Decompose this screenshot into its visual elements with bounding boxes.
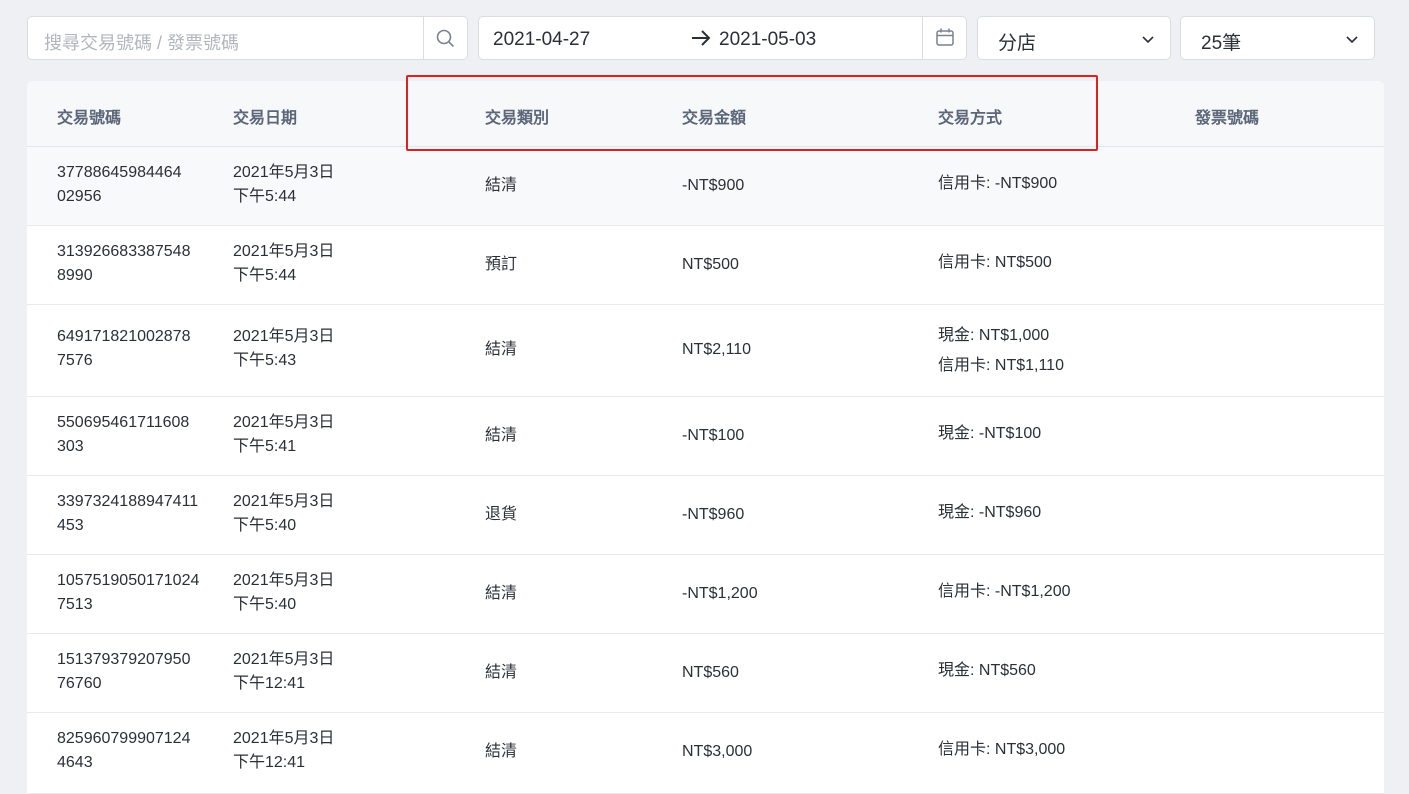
header-payment-method[interactable]: 交易方式	[938, 104, 1002, 128]
page-size-select[interactable]: 25筆	[1180, 16, 1375, 60]
arrow-right-icon	[692, 30, 711, 46]
transaction-date: 2021年5月3日 下午5:44	[233, 243, 335, 284]
search-button[interactable]	[423, 17, 467, 59]
transaction-date: 2021年5月3日 下午5:41	[233, 414, 335, 455]
calendar-icon	[936, 28, 954, 46]
header-transaction-amount[interactable]: 交易金額	[682, 104, 746, 128]
transaction-amount: NT$560	[682, 664, 739, 681]
date-start-field[interactable]: 2021-04-27	[493, 29, 590, 51]
table-row[interactable]: 550695461711608 303 2021年5月3日 下午5:41 結清 -N…	[27, 397, 1384, 476]
transaction-type: 結清	[485, 664, 518, 681]
transaction-id: 550695461711608 303	[57, 414, 190, 455]
transaction-amount: NT$2,110	[682, 341, 752, 358]
table-header: 交易號碼 交易日期 交易類別 交易金額 交易方式 發票號碼	[27, 81, 1384, 147]
transaction-amount: -NT$100	[682, 427, 745, 444]
payment-method: 現金: NT$560	[938, 662, 1036, 679]
transaction-date: 2021年5月3日 下午5:40	[233, 572, 335, 613]
transaction-type: 結清	[485, 743, 518, 760]
date-range-picker[interactable]: 2021-04-27 2021-05-03	[478, 16, 967, 60]
transaction-amount: NT$3,000	[682, 743, 753, 760]
transaction-type: 退貨	[485, 506, 518, 523]
search-box[interactable]: 搜尋交易號碼 / 發票號碼	[27, 16, 468, 60]
payment-method: 信用卡: NT$3,000	[938, 741, 1066, 758]
branch-select[interactable]: 分店	[977, 16, 1171, 60]
table-row[interactable]: 3397324188947411 453 2021年5月3日 下午5:40 退貨 -…	[27, 476, 1384, 555]
transaction-amount: NT$500	[682, 256, 739, 273]
transaction-type: 結清	[485, 341, 518, 358]
chevron-down-icon	[1346, 36, 1358, 44]
search-icon	[436, 29, 454, 47]
header-transaction-id[interactable]: 交易號碼	[57, 104, 121, 128]
calendar-button[interactable]	[922, 17, 966, 59]
header-transaction-date[interactable]: 交易日期	[233, 104, 297, 128]
transaction-id: 37788645984464 02956	[57, 164, 182, 205]
transaction-date: 2021年5月3日 下午5:43	[233, 328, 335, 369]
branch-select-value: 分店	[998, 33, 1037, 54]
transaction-id: 313926683387548 8990	[57, 243, 191, 284]
table-row[interactable]: 313926683387548 8990 2021年5月3日 下午5:44 預訂 N…	[27, 226, 1384, 305]
table-row[interactable]: 37788645984464 02956 2021年5月3日 下午5:44 結清 -…	[27, 147, 1384, 226]
transaction-date: 2021年5月3日 下午5:40	[233, 493, 335, 534]
transaction-amount: -NT$1,200	[682, 585, 758, 602]
payment-method: 信用卡: -NT$1,200	[938, 583, 1071, 600]
transactions-table: 交易號碼 交易日期 交易類別 交易金額 交易方式 發票號碼 3778864598…	[27, 81, 1384, 794]
transaction-type: 預訂	[485, 256, 518, 273]
payment-method: 現金: -NT$960	[938, 504, 1042, 521]
payment-method: 信用卡: NT$500	[938, 254, 1052, 271]
chevron-down-icon	[1142, 36, 1154, 44]
table-row[interactable]: 151379379207950 76760 2021年5月3日 下午12:41 結清…	[27, 634, 1384, 713]
payment-method: 信用卡: -NT$900	[938, 175, 1058, 192]
date-end-field[interactable]: 2021-05-03	[719, 29, 816, 51]
transaction-date: 2021年5月3日 下午12:41	[233, 730, 335, 771]
table-row[interactable]: 825960799907124 4643 2021年5月3日 下午12:41 結清 …	[27, 713, 1384, 794]
transaction-id: 3397324188947411 453	[57, 493, 199, 534]
transaction-id: 105751905017102​4 7513	[57, 572, 200, 613]
transaction-type: 結清	[485, 177, 518, 194]
transaction-date: 2021年5月3日 下午5:44	[233, 164, 335, 205]
transaction-id: 649171821002878 7576	[57, 328, 191, 369]
transaction-id: 825960799907124 4643	[57, 730, 191, 771]
payment-method: 現金: NT$1,000 信用卡: NT$1,110	[938, 327, 1064, 374]
search-input[interactable]: 搜尋交易號碼 / 發票號碼	[44, 29, 239, 55]
transaction-date: 2021年5月3日 下午12:41	[233, 651, 335, 692]
transaction-amount: -NT$960	[682, 506, 745, 523]
page-size-select-value: 25筆	[1201, 33, 1242, 54]
payment-method: 現金: -NT$100	[938, 425, 1042, 442]
header-invoice-number[interactable]: 發票號碼	[1195, 104, 1259, 128]
header-transaction-type[interactable]: 交易類別	[485, 104, 549, 128]
transaction-type: 結清	[485, 427, 518, 444]
table-row[interactable]: 649171821002878 7576 2021年5月3日 下午5:43 結清 N…	[27, 305, 1384, 397]
transaction-id: 151379379207950 76760	[57, 651, 191, 692]
table-row[interactable]: 105751905017102​4 7513 2021年5月3日 下午5:40 結清…	[27, 555, 1384, 634]
transaction-type: 結清	[485, 585, 518, 602]
transaction-amount: -NT$900	[682, 177, 745, 194]
